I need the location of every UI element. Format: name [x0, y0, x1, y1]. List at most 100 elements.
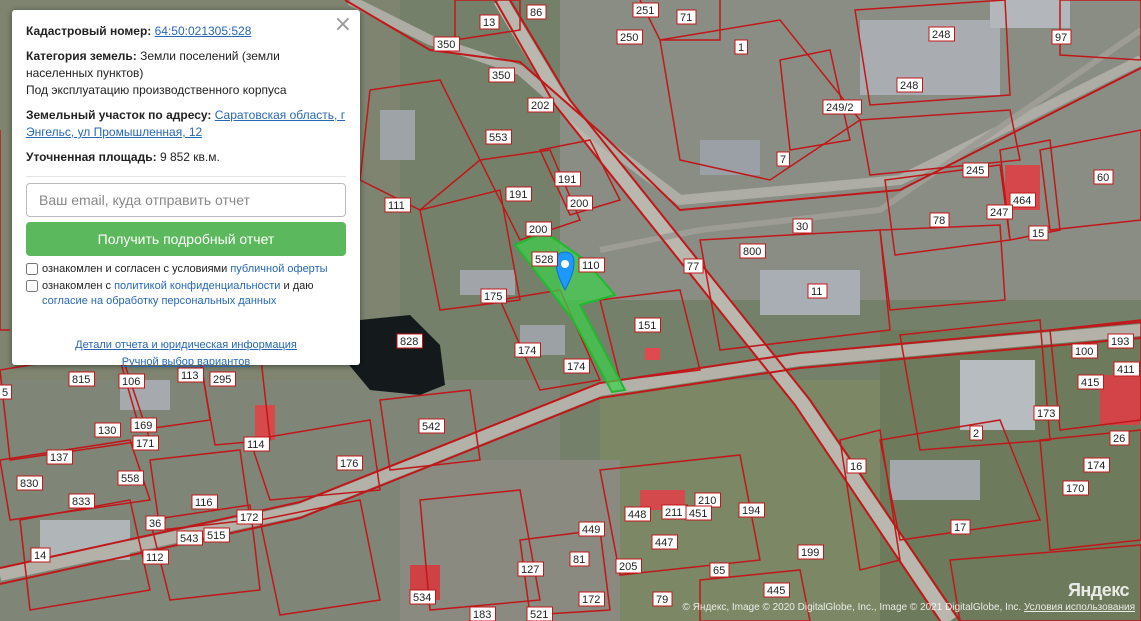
parcel-number-label[interactable]: 127	[521, 564, 539, 576]
parcel-number-label[interactable]: 110	[582, 260, 600, 272]
parcel-number-label[interactable]: 210	[698, 495, 716, 507]
details-link[interactable]: Детали отчета и юридическая информация	[75, 339, 297, 351]
parcel-number-label[interactable]: 248	[900, 80, 918, 92]
public-offer-link[interactable]: публичной оферты	[230, 263, 327, 275]
parcel-number-label[interactable]: 100	[1075, 346, 1093, 358]
parcel-number-label[interactable]: 449	[582, 524, 600, 536]
get-report-button[interactable]: Получить подробный отчет	[26, 222, 346, 256]
parcel-number-label[interactable]: 17	[954, 522, 966, 534]
parcel-number-label[interactable]: 79	[656, 594, 668, 606]
parcel-number-label[interactable]: 2	[973, 428, 979, 440]
parcel-number-label[interactable]: 172	[582, 594, 600, 606]
parcel-number-label[interactable]: 60	[1097, 172, 1109, 184]
privacy-consent-checkbox[interactable]	[26, 280, 38, 292]
parcel-number-label[interactable]: 151	[638, 320, 656, 332]
parcel-number-label[interactable]: 14	[34, 550, 46, 562]
parcel-number-label[interactable]: 815	[72, 374, 90, 386]
parcel-number-label[interactable]: 515	[207, 530, 225, 542]
privacy-policy-link[interactable]: политикой конфиденциальности	[114, 280, 280, 292]
parcel-number-label[interactable]: 26	[1113, 433, 1125, 445]
parcel-number-label[interactable]: 175	[484, 291, 502, 303]
parcel-number-label[interactable]: 171	[136, 438, 154, 450]
parcel-number-label[interactable]: 464	[1013, 195, 1031, 207]
parcel-number-label[interactable]: 183	[473, 609, 491, 621]
parcel-number-label[interactable]: 97	[1055, 32, 1067, 44]
parcel-number-label[interactable]: 15	[1032, 228, 1044, 240]
close-icon[interactable]: ×	[334, 14, 352, 36]
parcel-number-label[interactable]: 249/2	[826, 102, 854, 114]
parcel-number-label[interactable]: 830	[20, 478, 38, 490]
parcel-number-label[interactable]: 173	[1037, 408, 1055, 420]
parcel-number-label[interactable]: 176	[340, 458, 358, 470]
parcel-number-label[interactable]: 828	[400, 336, 418, 348]
parcel-number-label[interactable]: 81	[573, 554, 585, 566]
parcel-number-label[interactable]: 194	[742, 505, 760, 517]
parcel-number-label[interactable]: 174	[1087, 460, 1105, 472]
parcel-number-label[interactable]: 542	[422, 421, 440, 433]
parcel-number-label[interactable]: 13	[483, 17, 495, 29]
parcel-number-label[interactable]: 521	[530, 609, 548, 621]
parcel-number-label[interactable]: 106	[122, 376, 140, 388]
parcel-number-label[interactable]: 534	[413, 592, 431, 604]
parcel-number-label[interactable]: 558	[121, 473, 139, 485]
parcel-number-label[interactable]: 250	[620, 32, 638, 44]
parcel-number-label[interactable]: 543	[180, 533, 198, 545]
parcel-number-label[interactable]: 65	[713, 565, 725, 577]
parcel-number-label[interactable]: 200	[570, 198, 588, 210]
parcel-number-label[interactable]: 528	[535, 254, 553, 266]
parcel-number-label[interactable]: 77	[687, 261, 699, 273]
parcel-number-label[interactable]: 447	[655, 537, 673, 549]
parcel-number-label[interactable]: 247	[990, 207, 1008, 219]
offer-consent-checkbox[interactable]	[26, 263, 38, 275]
parcel-number-label[interactable]: 415	[1081, 377, 1099, 389]
parcel-number-label[interactable]: 200	[529, 224, 547, 236]
parcel-number-label[interactable]: 245	[966, 165, 984, 177]
parcel-number-label[interactable]: 211	[665, 507, 683, 519]
parcel-number-label[interactable]: 86	[530, 7, 542, 19]
parcel-number-label[interactable]: 448	[628, 509, 646, 521]
parcel-number-label[interactable]: 411	[1117, 364, 1135, 376]
parcel-number-label[interactable]: 174	[518, 345, 536, 357]
parcel-number-label[interactable]: 130	[98, 425, 116, 437]
parcel-number-label[interactable]: 451	[689, 508, 707, 520]
parcel-number-label[interactable]: 71	[680, 12, 692, 24]
parcel-number-label[interactable]: 199	[801, 547, 819, 559]
parcel-number-label[interactable]: 111	[388, 200, 405, 212]
parcel-number-label[interactable]: 11	[811, 286, 822, 298]
parcel-number-label[interactable]: 205	[619, 561, 637, 573]
parcel-number-label[interactable]: 114	[247, 439, 265, 451]
parcel-number-label[interactable]: 116	[195, 497, 213, 509]
parcel-number-label[interactable]: 16	[850, 461, 862, 473]
parcel-number-label[interactable]: 36	[149, 518, 161, 530]
parcel-number-label[interactable]: 191	[509, 189, 527, 201]
parcel-number-label[interactable]: 169	[134, 420, 152, 432]
email-input[interactable]	[26, 183, 346, 217]
parcel-number-label[interactable]: 78	[933, 215, 945, 227]
parcel-number-label[interactable]: 172	[240, 512, 258, 524]
parcel-number-label[interactable]: 7	[780, 154, 786, 166]
parcel-number-label[interactable]: 193	[1111, 336, 1129, 348]
parcel-number-label[interactable]: 800	[743, 246, 761, 258]
parcel-number-label[interactable]: 350	[492, 70, 510, 82]
parcel-number-label[interactable]: 137	[50, 452, 68, 464]
parcel-number-label[interactable]: 30	[796, 221, 808, 233]
personal-data-consent-link[interactable]: согласие на обработку персональных данны…	[42, 295, 276, 307]
cadastral-number-link[interactable]: 64:50:021305:528	[155, 24, 252, 38]
parcel-number-label[interactable]: 833	[72, 496, 90, 508]
parcel-number-label[interactable]: 295	[213, 374, 231, 386]
parcel-number-label[interactable]: 112	[146, 552, 164, 564]
parcel-number-label[interactable]: 350	[437, 39, 455, 51]
parcel-number-label[interactable]: 174	[567, 361, 585, 373]
parcel-number-label[interactable]: 5	[2, 387, 8, 399]
parcel-number-label[interactable]: 251	[636, 5, 654, 17]
manual-selection-link[interactable]: Ручной выбор вариантов	[122, 356, 250, 368]
parcel-number-label[interactable]: 445	[767, 585, 785, 597]
parcel-number-label[interactable]: 191	[558, 174, 576, 186]
parcel-number-label[interactable]: 553	[489, 132, 507, 144]
parcel-number-label[interactable]: 1	[738, 42, 744, 54]
parcel-number-label[interactable]: 170	[1066, 483, 1084, 495]
parcel-number-label[interactable]: 248	[932, 29, 950, 41]
parcel-number-label[interactable]: 113	[181, 370, 199, 382]
terms-link[interactable]: Условия использования	[1024, 602, 1135, 613]
parcel-number-label[interactable]: 202	[531, 100, 549, 112]
